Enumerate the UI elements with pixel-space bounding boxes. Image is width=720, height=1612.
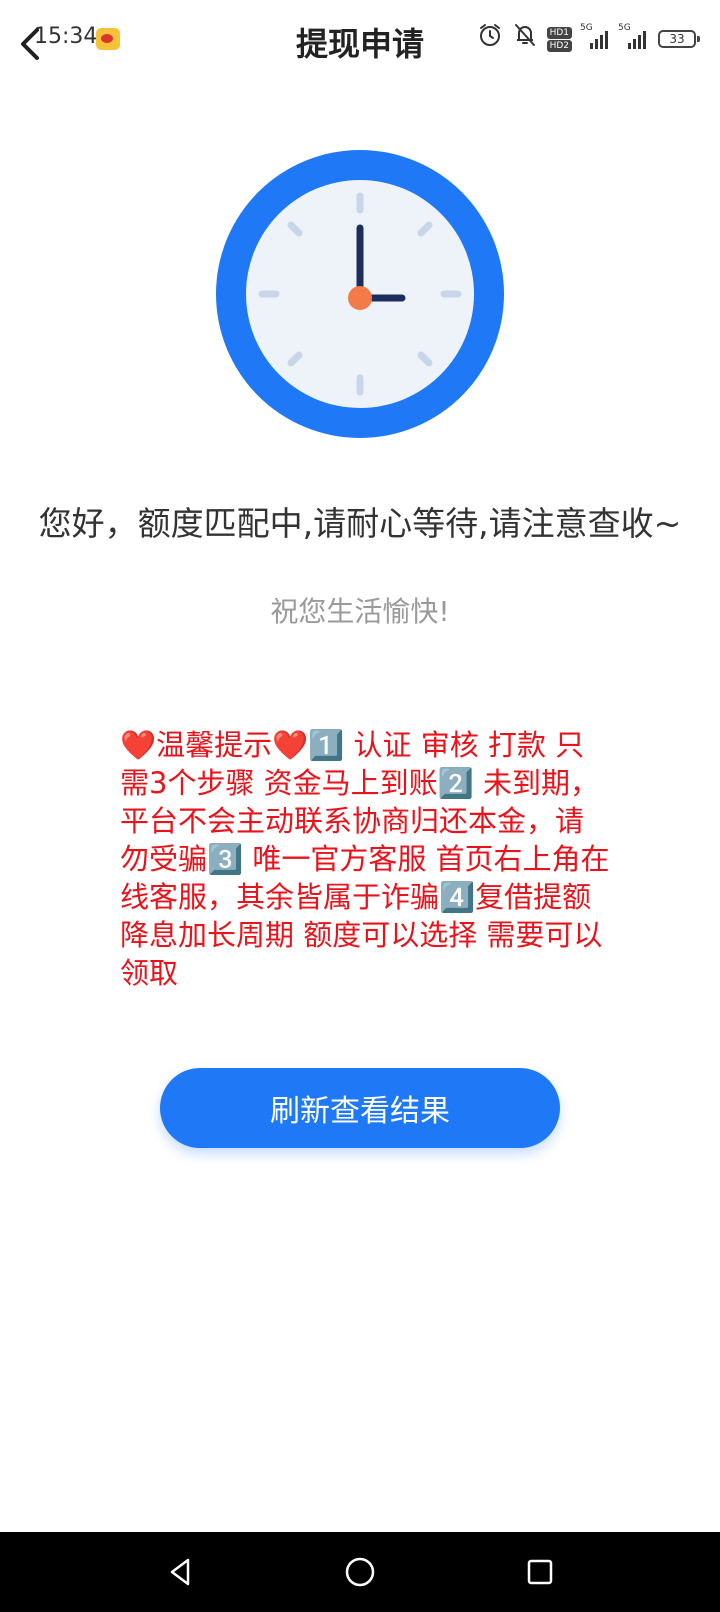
greeting-text: 您好，额度匹配中,请耐心等待,请注意查收~ [38, 504, 682, 543]
battery-icon: 33 [658, 30, 700, 48]
back-button[interactable] [12, 22, 48, 66]
hd-label-2: HD2 [546, 39, 572, 52]
clock-icon [216, 150, 504, 438]
hd-label-1: HD1 [546, 26, 572, 39]
system-nav-bar [0, 1532, 720, 1612]
nav-home-button[interactable] [336, 1548, 384, 1596]
weibo-icon [96, 28, 120, 50]
network-type-1: 5G [580, 23, 593, 33]
square-recents-icon [527, 1559, 553, 1585]
bell-off-icon [513, 22, 537, 56]
hd-icon: HD1 HD2 [546, 26, 572, 52]
triangle-back-icon [170, 1558, 190, 1586]
alarm-icon [477, 22, 503, 56]
status-bar: 15:34 HD1 HD2 5G 5G 33 [0, 0, 720, 80]
refresh-result-button[interactable]: 刷新查看结果 [160, 1068, 560, 1148]
wish-text: 祝您生活愉快! [270, 595, 450, 628]
nav-recents-button[interactable] [516, 1548, 564, 1596]
warm-tips-text: ❤️温馨提示❤️1️⃣ 认证 审核 打款 只需3个步骤 资金马上到账2️⃣ 未到… [120, 728, 610, 990]
clock-illustration [216, 150, 504, 438]
circle-home-icon [345, 1557, 375, 1587]
signal-5g-icon: 5G [580, 23, 610, 49]
nav-back-button[interactable] [156, 1548, 204, 1596]
chevron-left-icon [21, 28, 39, 60]
signal-5g-icon: 5G [618, 23, 648, 49]
network-type-2: 5G [618, 23, 631, 33]
status-icons: HD1 HD2 5G 5G 33 [477, 22, 700, 56]
